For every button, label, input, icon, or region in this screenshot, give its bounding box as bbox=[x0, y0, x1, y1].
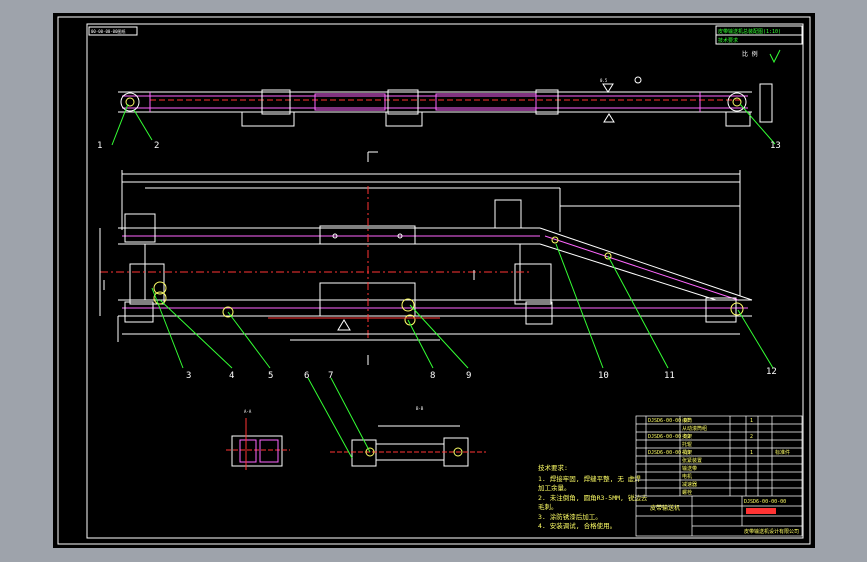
drawing-sheet: 00-00-00-00图纸 皮带输送机总装配图(1:10) 技术要求 比 例 0… bbox=[53, 13, 815, 548]
svg-text:滚筒: 滚筒 bbox=[682, 417, 692, 424]
top-tag-text: 00-00-00-00图纸 bbox=[91, 28, 126, 34]
svg-text:减速器: 减速器 bbox=[682, 481, 697, 488]
balloon-9[interactable]: 9 bbox=[466, 371, 471, 381]
drawing-canvas[interactable]: 00-00-00-00图纸 皮带输送机总装配图(1:10) 技术要求 比 例 0… bbox=[53, 13, 815, 548]
balloon-7[interactable]: 7 bbox=[328, 371, 333, 381]
ratio-label: 比 例 bbox=[742, 50, 758, 58]
roughness-symbol bbox=[769, 49, 781, 64]
balloon-10[interactable]: 10 bbox=[598, 371, 609, 381]
notes-line-3: 2. 未注倒角, 圆角R3-5MM, 锐边去 bbox=[538, 493, 648, 502]
section-a-label: A-A bbox=[244, 409, 252, 414]
section-b-b: B-B bbox=[330, 406, 486, 467]
header-title: 皮带输送机总装配图(1:10) bbox=[718, 28, 781, 35]
svg-text:1: 1 bbox=[750, 450, 753, 456]
header-subtitle: 技术要求 bbox=[718, 37, 738, 44]
svg-text:0.5: 0.5 bbox=[600, 78, 608, 83]
section-a-a: A-A bbox=[226, 409, 290, 470]
svg-text:输送带: 输送带 bbox=[682, 465, 697, 472]
drawing-name: 皮带输送机 bbox=[650, 504, 680, 512]
svg-text:支架: 支架 bbox=[682, 433, 692, 440]
balloon-12[interactable]: 12 bbox=[766, 367, 777, 377]
parts-list-text: DJSD6-00-00-01 DJSD6-00-00-02 DJSD6-00-0… bbox=[648, 417, 799, 535]
balloon-3[interactable]: 3 bbox=[186, 371, 191, 381]
revision-box bbox=[746, 508, 776, 514]
notes-line-6: 4. 安装调试, 合格使用。 bbox=[538, 521, 616, 530]
technical-notes: 技术要求: 1. 焊接牢固, 焊缝平整, 无 虚焊 加工余量。 2. 未注倒角,… bbox=[538, 463, 648, 530]
leader-lines bbox=[111, 103, 776, 459]
plan-view bbox=[99, 151, 753, 365]
cad-viewport[interactable]: 00-00-00-00图纸 皮带输送机总装配图(1:10) 技术要求 比 例 0… bbox=[0, 0, 867, 562]
svg-text:螺栓: 螺栓 bbox=[682, 489, 692, 496]
svg-text:托辊: 托辊 bbox=[682, 441, 692, 448]
balloon-13[interactable]: 13 bbox=[770, 141, 781, 151]
balloon-1[interactable]: 1 bbox=[97, 141, 102, 151]
notes-line-2: 加工余量。 bbox=[538, 483, 571, 492]
balloon-11[interactable]: 11 bbox=[664, 371, 675, 381]
svg-text:1: 1 bbox=[750, 418, 753, 424]
header-box: 皮带输送机总装配图(1:10) 技术要求 比 例 bbox=[715, 25, 803, 64]
notes-title: 技术要求: bbox=[538, 463, 568, 472]
svg-text:2: 2 bbox=[750, 434, 753, 440]
svg-text:从动滚筒组: 从动滚筒组 bbox=[682, 425, 707, 432]
balloon-2[interactable]: 2 bbox=[154, 141, 159, 151]
balloons: 1 2 3 4 5 6 7 8 9 10 11 12 13 bbox=[97, 141, 781, 381]
side-view: 0.5 bbox=[118, 76, 773, 127]
standard-part-mark: 标准件 bbox=[775, 449, 790, 456]
notes-line-5: 3. 涂防锈漆后加工。 bbox=[538, 512, 602, 521]
company-name: 皮带输送机设计有限公司 bbox=[744, 528, 799, 535]
top-tag: 00-00-00-00图纸 bbox=[88, 26, 138, 36]
balloon-5[interactable]: 5 bbox=[268, 371, 273, 381]
notes-line-4: 毛刺。 bbox=[538, 502, 558, 511]
balloon-6[interactable]: 6 bbox=[304, 371, 309, 381]
balloon-8[interactable]: 8 bbox=[430, 371, 435, 381]
balloon-4[interactable]: 4 bbox=[229, 371, 234, 381]
section-b-label: B-B bbox=[416, 406, 424, 411]
notes-line-1: 1. 焊接牢固, 焊缝平整, 无 虚焊 bbox=[538, 474, 641, 483]
svg-text:张紧装置: 张紧装置 bbox=[682, 457, 702, 464]
drawing-number: DJSD6-00-00-00 bbox=[744, 499, 786, 505]
svg-text:电机: 电机 bbox=[682, 473, 692, 480]
svg-text:机架: 机架 bbox=[682, 449, 692, 456]
